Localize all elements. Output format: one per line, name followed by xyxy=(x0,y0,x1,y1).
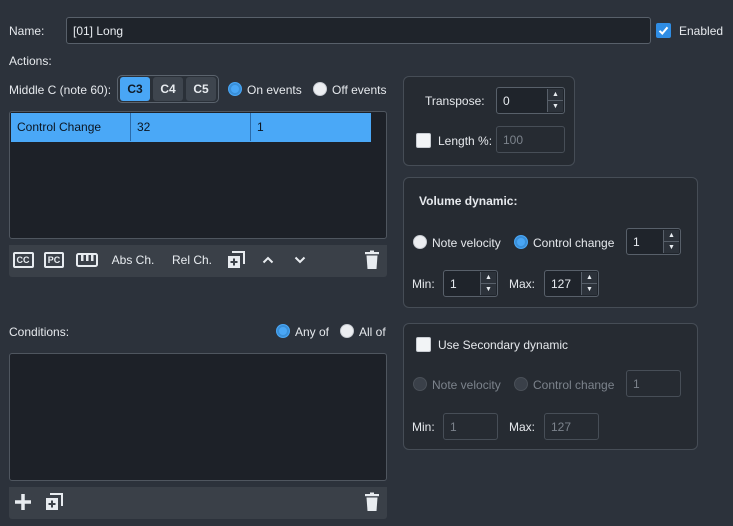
all-of-radio[interactable] xyxy=(340,324,354,338)
add-condition-button[interactable] xyxy=(11,487,35,517)
volume-note-velocity-radio[interactable] xyxy=(413,235,427,249)
use-secondary-dynamic-label: Use Secondary dynamic xyxy=(438,338,569,352)
name-label: Name: xyxy=(9,24,45,38)
stepper-up-icon[interactable]: ▲ xyxy=(582,272,597,284)
volume-max-label: Max: xyxy=(509,277,536,291)
conditions-list xyxy=(9,353,387,481)
keyswitch-icon xyxy=(76,253,98,267)
volume-min-value: 1 xyxy=(450,276,457,291)
secondary-cc-input[interactable]: 1 xyxy=(626,370,681,397)
length-label: Length %: xyxy=(438,134,493,148)
checkmark-icon xyxy=(658,26,669,35)
volume-control-change-label: Control change xyxy=(533,236,615,250)
enabled-label: Enabled xyxy=(679,24,724,38)
secondary-min-value: 1 xyxy=(450,419,457,434)
secondary-control-change-label: Control change xyxy=(533,378,615,392)
secondary-note-velocity-radio[interactable] xyxy=(413,377,427,391)
secondary-note-velocity-label: Note velocity xyxy=(432,378,501,392)
duplicate-icon xyxy=(46,493,63,510)
transpose-spinbox[interactable]: 0 ▲ ▼ xyxy=(496,87,565,114)
secondary-max-value: 127 xyxy=(551,419,572,434)
volume-max-value: 127 xyxy=(551,276,572,291)
rel-ch-button[interactable]: Rel Ch. xyxy=(169,245,215,275)
on-events-label: On events xyxy=(247,83,302,97)
volume-min-label: Min: xyxy=(412,277,435,291)
action-param2-cell: 1 xyxy=(257,120,264,134)
trash-icon xyxy=(365,250,379,269)
transpose-label: Transpose: xyxy=(425,94,485,108)
stepper-up-icon[interactable]: ▲ xyxy=(548,89,563,101)
actions-list: Control Change 32 1 xyxy=(9,111,387,239)
duplicate-condition-button[interactable] xyxy=(42,487,66,517)
transpose-stepper[interactable]: ▲ ▼ xyxy=(547,89,563,112)
volume-dynamic-title: Volume dynamic: xyxy=(419,194,518,208)
actions-label: Actions: xyxy=(9,54,52,68)
delete-condition-button[interactable] xyxy=(361,487,383,517)
volume-max-spinbox[interactable]: 127 ▲ ▼ xyxy=(544,270,599,297)
transpose-value: 0 xyxy=(503,93,510,108)
table-row[interactable]: Control Change 32 1 xyxy=(11,113,371,142)
length-input[interactable]: 100 xyxy=(496,126,565,153)
chevron-down-icon xyxy=(294,256,306,264)
volume-max-stepper[interactable]: ▲ ▼ xyxy=(581,272,597,295)
middle-c-label: Middle C (note 60): xyxy=(9,83,112,97)
delete-action-button[interactable] xyxy=(361,245,383,275)
secondary-min-label: Min: xyxy=(412,420,435,434)
any-of-radio[interactable] xyxy=(276,324,290,338)
stepper-up-icon[interactable]: ▲ xyxy=(481,272,496,284)
off-events-label: Off events xyxy=(332,83,387,97)
stepper-down-icon[interactable]: ▼ xyxy=(582,284,597,295)
action-type-cell: Control Change xyxy=(11,113,131,141)
secondary-max-input[interactable]: 127 xyxy=(544,413,599,440)
cc-icon: CC xyxy=(12,252,34,268)
any-of-label: Any of xyxy=(295,325,330,339)
length-checkbox[interactable] xyxy=(416,133,431,148)
volume-min-spinbox[interactable]: 1 ▲ ▼ xyxy=(443,270,498,297)
plus-icon xyxy=(15,494,31,510)
stepper-down-icon[interactable]: ▼ xyxy=(548,101,563,112)
move-down-button[interactable] xyxy=(290,245,310,275)
volume-note-velocity-label: Note velocity xyxy=(432,236,501,250)
name-input-value: [01] Long xyxy=(73,23,124,38)
conditions-toolbar xyxy=(9,487,387,519)
duplicate-icon xyxy=(228,251,245,268)
conditions-label: Conditions: xyxy=(9,325,70,339)
secondary-min-input[interactable]: 1 xyxy=(443,413,498,440)
octave-c4-button[interactable]: C4 xyxy=(153,77,183,101)
octave-selector: C3 C4 C5 xyxy=(117,75,219,103)
actions-toolbar: CC PC Abs Ch. Rel Ch. xyxy=(9,245,387,277)
name-input[interactable]: [01] Long xyxy=(66,17,651,44)
use-secondary-dynamic-checkbox[interactable] xyxy=(416,337,431,352)
on-events-radio[interactable] xyxy=(228,82,242,96)
volume-min-stepper[interactable]: ▲ ▼ xyxy=(480,272,496,295)
trash-icon xyxy=(365,492,379,511)
volume-control-change-radio[interactable] xyxy=(514,235,528,249)
action-param1-cell: 32 xyxy=(131,113,251,141)
octave-c3-button[interactable]: C3 xyxy=(120,77,150,101)
enabled-checkbox[interactable] xyxy=(656,23,671,38)
stepper-down-icon[interactable]: ▼ xyxy=(481,284,496,295)
stepper-down-icon[interactable]: ▼ xyxy=(664,242,679,253)
length-value: 100 xyxy=(503,132,524,147)
chevron-up-icon xyxy=(262,256,274,264)
pc-icon: PC xyxy=(43,252,65,268)
octave-c5-button[interactable]: C5 xyxy=(186,77,216,101)
secondary-control-change-radio[interactable] xyxy=(514,377,528,391)
stepper-up-icon[interactable]: ▲ xyxy=(664,230,679,242)
secondary-cc-value: 1 xyxy=(633,376,640,391)
duplicate-action-button[interactable] xyxy=(224,245,248,275)
all-of-label: All of xyxy=(359,325,386,339)
off-events-radio[interactable] xyxy=(313,82,327,96)
volume-cc-stepper[interactable]: ▲ ▼ xyxy=(663,230,679,253)
add-pc-button[interactable]: PC xyxy=(42,245,66,275)
secondary-max-label: Max: xyxy=(509,420,536,434)
volume-cc-value: 1 xyxy=(633,234,640,249)
abs-ch-button[interactable]: Abs Ch. xyxy=(109,245,157,275)
move-up-button[interactable] xyxy=(258,245,278,275)
add-cc-button[interactable]: CC xyxy=(11,245,35,275)
volume-cc-spinbox[interactable]: 1 ▲ ▼ xyxy=(626,228,681,255)
add-keyswitch-button[interactable] xyxy=(75,245,99,275)
